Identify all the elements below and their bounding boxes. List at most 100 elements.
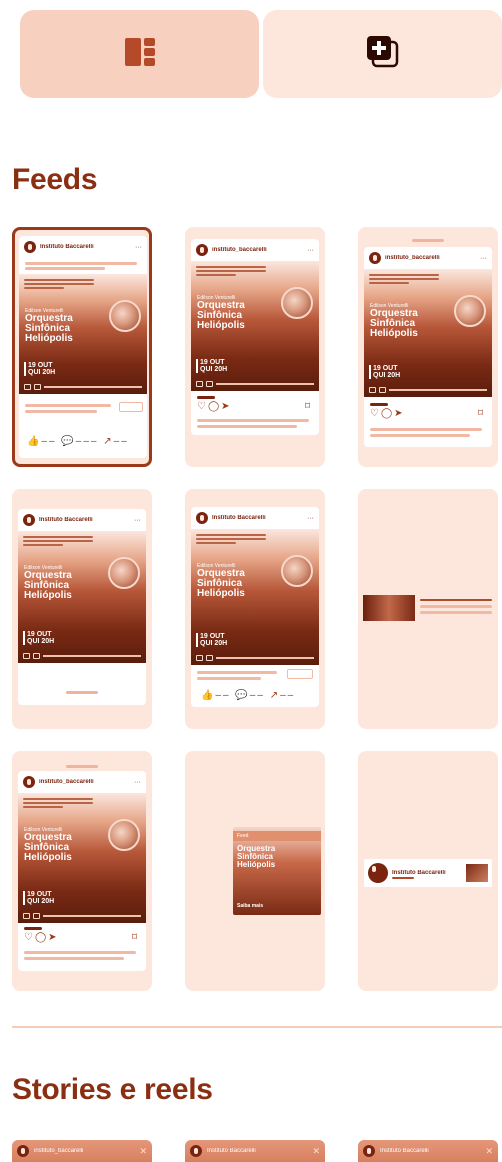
post-preview: Instituto Baccarelli ··· Edilson Venturel…	[191, 507, 319, 707]
post-preview: instituto_baccarelli ··· Edilson Venturel…	[364, 247, 492, 447]
more-icon: ···	[135, 243, 142, 251]
caption-line	[370, 428, 482, 431]
feed-placement-messenger[interactable]: Instituto Baccarelli	[358, 751, 498, 991]
event-date: 19 OUT QUI 20H	[23, 891, 54, 905]
thumbnail-image	[363, 595, 415, 621]
post-header: Instituto Baccarelli ···	[19, 236, 147, 258]
post-preview: Instituto Baccarelli ··· Edilson Venturel…	[18, 509, 146, 705]
event-date: 19 OUT QUI 20H	[196, 359, 227, 373]
add-media-view-button[interactable]	[263, 10, 502, 98]
musicians-photo	[281, 555, 313, 587]
saiba-mais-label: Saiba mais	[237, 903, 264, 909]
account-name: Instituto Baccarelli	[212, 515, 266, 521]
bookmark-icon: ⌑	[478, 408, 486, 419]
overlay-header: Feed	[233, 831, 321, 841]
post-title: Edilson Venturelli Orquestra Sinfônica He…	[24, 827, 72, 863]
account-name: Instituto Baccarelli	[207, 1148, 256, 1154]
account-avatar	[23, 514, 35, 526]
layout-grid-icon	[123, 35, 157, 74]
caption-line	[197, 677, 261, 680]
like-comment-share-icons: ♡◯➤	[370, 408, 405, 419]
post-title: Edilson Venturelli Orquestra Sinfônica He…	[24, 565, 72, 601]
post-image: Edilson Venturelli Orquestra Sinfônica He…	[18, 793, 146, 923]
caption-line	[25, 262, 137, 265]
reaction-icons: 👍‒‒ 💬‒‒ ↗‒‒	[201, 690, 296, 701]
account-handle: instituto_baccarelli	[39, 779, 94, 785]
overlay-image: Feed Orquestra Sinfônica Heliópolis Saib…	[233, 827, 321, 915]
account-avatar	[196, 512, 208, 524]
close-icon: ✕	[139, 1145, 147, 1156]
feed-placement-instagram[interactable]: instituto_baccarelli ··· Edilson Venturel…	[185, 227, 325, 467]
more-icon: ···	[134, 778, 141, 786]
feed-placement-instagram-explore[interactable]: instituto_baccarelli ··· Edilson Venturel…	[358, 227, 498, 467]
reaction-icons: 👍‒‒ 💬‒‒‒ ↗‒‒	[27, 436, 129, 447]
post-image: Edilson Venturelli Orquestra Sinfônica He…	[191, 261, 319, 391]
account-avatar	[369, 252, 381, 264]
view-toggle	[20, 10, 502, 98]
post-title: Edilson Venturelli Orquestra Sinfônica He…	[197, 295, 245, 331]
post-image: Edilson Venturelli Orquestra Sinfônica He…	[364, 269, 492, 397]
feed-placement-right-column[interactable]	[358, 489, 498, 729]
feeds-heading: Feeds	[12, 163, 98, 196]
caption-line	[197, 419, 309, 422]
caption-line	[197, 425, 297, 428]
feed-placement-facebook[interactable]: Instituto Baccarelli ··· Edilson Venture…	[12, 227, 152, 467]
account-name: Instituto Baccarelli	[40, 244, 94, 250]
event-date: 19 OUT QUI 20H	[23, 631, 54, 645]
account-name: Instituto Baccarelli	[39, 517, 93, 523]
account-avatar	[190, 1145, 202, 1157]
more-icon: ···	[307, 246, 314, 254]
text-line	[392, 877, 414, 879]
carousel-indicator	[24, 927, 42, 930]
post-image: Edilson Venturelli Orquestra Sinfônica He…	[18, 531, 146, 663]
section-divider	[12, 1026, 502, 1028]
musicians-photo	[454, 295, 486, 327]
layout-view-button[interactable]	[20, 10, 259, 98]
close-icon: ✕	[312, 1145, 320, 1156]
more-icon: ···	[480, 254, 487, 262]
account-handle: instituto_baccarelli	[385, 255, 440, 261]
stories-heading: Stories e reels	[12, 1073, 213, 1106]
caption-line	[25, 410, 97, 413]
musicians-photo	[108, 819, 140, 851]
account-avatar	[17, 1145, 29, 1157]
more-icon: ···	[134, 516, 141, 524]
feed-placement-facebook-marketplace[interactable]: Instituto Baccarelli ··· Edilson Venturel…	[12, 489, 152, 729]
post-title: Edilson Venturelli Orquestra Sinfônica He…	[25, 308, 73, 344]
post-image: Edilson Venturelli Orquestra Sinfônica He…	[19, 274, 147, 394]
story-placement-facebook[interactable]: Instituto Baccarelli ✕	[185, 1140, 325, 1162]
account-avatar	[368, 863, 388, 883]
feed-placement-instagram-profile[interactable]: instituto_baccarelli ··· Edilson Venturel…	[12, 751, 152, 991]
account-avatar	[23, 776, 35, 788]
title-line	[420, 599, 492, 601]
account-name: Instituto Baccarelli	[380, 1148, 429, 1154]
account-avatar	[363, 1145, 375, 1157]
add-media-icon	[363, 32, 403, 77]
cta-button	[119, 402, 143, 412]
post-title: Orquestra Sinfônica Heliópolis	[237, 844, 276, 869]
event-date: 19 OUT QUI 20H	[24, 362, 55, 376]
close-icon: ✕	[485, 1145, 493, 1156]
story-placement-messenger[interactable]: Instituto Baccarelli ✕	[358, 1140, 498, 1162]
message-thumbnail	[466, 864, 488, 882]
story-placement-instagram[interactable]: instituto_baccarelli ✕	[12, 1140, 152, 1162]
post-preview: instituto_baccarelli ··· Edilson Venturel…	[191, 239, 319, 435]
post-preview: Instituto Baccarelli ··· Edilson Venture…	[19, 236, 147, 458]
feed-placement-facebook-video[interactable]: Instituto Baccarelli ··· Edilson Venturel…	[185, 489, 325, 729]
bookmark-icon: ⌑	[132, 932, 140, 943]
feed-placement-overlay[interactable]: Feed Orquestra Sinfônica Heliópolis Saib…	[185, 751, 325, 991]
drag-handle	[66, 765, 98, 768]
caption-line	[24, 951, 136, 954]
text-line	[420, 605, 492, 608]
carousel-indicator	[197, 396, 215, 399]
cta-button	[287, 669, 313, 679]
post-preview: instituto_baccarelli ··· Edilson Venturel…	[18, 771, 146, 971]
post-title: Edilson Venturelli Orquestra Sinfônica He…	[197, 563, 245, 599]
drag-handle	[66, 691, 98, 694]
message-preview: Instituto Baccarelli	[364, 859, 492, 887]
stories-grid: instituto_baccarelli ✕ Instituto Baccare…	[12, 1140, 498, 1162]
bookmark-icon: ⌑	[305, 401, 313, 412]
like-comment-share-icons: ♡◯➤	[24, 932, 59, 943]
musicians-photo	[108, 557, 140, 589]
musicians-photo	[109, 300, 141, 332]
